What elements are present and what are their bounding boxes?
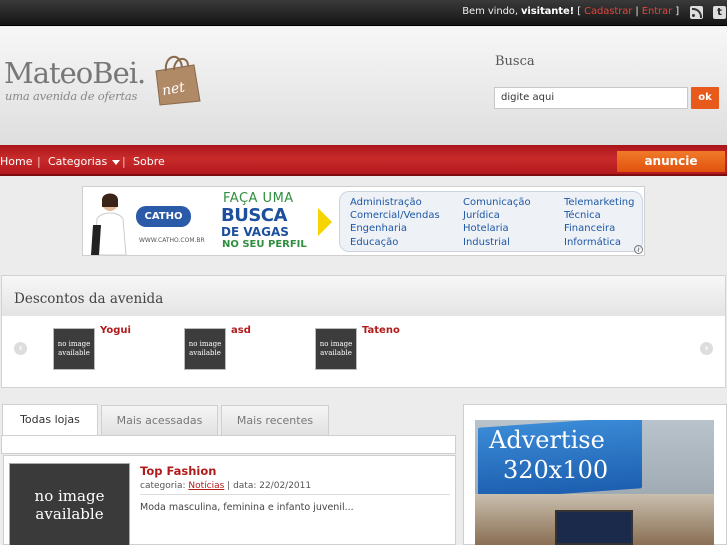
banner-category: Educação xyxy=(350,236,399,248)
banner-category: Hotelaria xyxy=(463,223,509,235)
rss-icon[interactable] xyxy=(690,6,703,19)
nav-categorias[interactable]: Categorias xyxy=(48,155,121,168)
search-ok-button[interactable]: ok xyxy=(691,87,719,109)
banner-category: Engenharia xyxy=(350,223,407,235)
advertise-ad[interactable]: Advertise 320x100 xyxy=(475,420,714,545)
welcome-text: Bem vindo, visitante! [ Cadastrar | Entr… xyxy=(462,6,679,17)
nav-categorias-label: Categorias xyxy=(48,155,108,168)
store-category-link[interactable]: Notícias xyxy=(188,481,224,491)
banner-col-2: Comunicação Jurídica Hotelaria Industria… xyxy=(463,196,531,249)
nav-separator: | xyxy=(37,155,41,168)
divider xyxy=(140,494,450,495)
chevron-right-icon[interactable]: › xyxy=(700,342,713,355)
store-description: Moda masculina, feminina e infanto juven… xyxy=(140,502,354,513)
banner-categories: Administração Comercial/Vendas Engenhari… xyxy=(339,191,643,252)
discount-name[interactable]: Tateno xyxy=(362,325,400,336)
banner-category: Financeira xyxy=(564,223,616,235)
tab-todas-lojas[interactable]: Todas lojas xyxy=(2,404,98,437)
store-date: | data: 22/02/2011 xyxy=(227,481,312,491)
banner-category: Técnica xyxy=(564,210,601,222)
store-meta: categoria: Notícias | data: 22/02/2011 xyxy=(140,481,311,491)
descontos-section: Descontos da avenida ‹ › no image availa… xyxy=(1,275,726,388)
banner-category: Comunicação xyxy=(463,197,531,208)
store-list: no image available Top Fashion categoria… xyxy=(3,455,456,545)
advertise-line1: Advertise xyxy=(489,426,605,454)
section-header: Descontos da avenida xyxy=(2,276,725,316)
banner-category: Jurídica xyxy=(463,210,500,222)
ad-info-icon[interactable]: i xyxy=(634,245,643,254)
register-link[interactable]: Cadastrar xyxy=(584,6,632,17)
banner-line2: BUSCA xyxy=(221,205,287,226)
chevron-down-icon xyxy=(112,159,121,165)
catho-url: WWW.CATHO.COM.BR xyxy=(139,237,205,244)
tab-mais-acessadas[interactable]: Mais acessadas xyxy=(101,405,218,436)
tab-mais-recentes[interactable]: Mais recentes xyxy=(221,405,329,436)
nav-sobre[interactable]: Sobre xyxy=(133,155,165,168)
person-image xyxy=(91,193,127,255)
discount-thumb[interactable]: no image available xyxy=(51,326,97,372)
chevron-left-icon[interactable]: ‹ xyxy=(14,342,27,355)
nav-home[interactable]: Home xyxy=(0,155,32,168)
discount-thumb[interactable]: no image available xyxy=(313,326,359,372)
banner-line3: DE VAGAS xyxy=(221,225,289,239)
banner-col-3: Telemarketing Técnica Financeira Informá… xyxy=(564,196,634,249)
discount-name[interactable]: asd xyxy=(231,325,251,336)
site-header: MateoBei. uma avenida de ofertas net Bus… xyxy=(0,27,727,145)
banner-line1: FAÇA UMA xyxy=(223,191,294,206)
user-name: visitante! xyxy=(521,6,575,17)
bracket-open: [ xyxy=(577,6,582,17)
banner-category: Telemarketing xyxy=(564,197,635,208)
logo[interactable]: MateoBei. xyxy=(4,56,146,90)
banner-col-1: Administração Comercial/Vendas Engenhari… xyxy=(350,196,440,249)
twitter-icon[interactable]: t xyxy=(713,6,726,19)
meta-prefix: categoria: xyxy=(140,481,186,491)
catho-logo: CATHO xyxy=(136,206,191,227)
divider: | xyxy=(635,6,639,17)
banner-category: Industrial xyxy=(463,236,510,248)
arrow-right-icon xyxy=(318,208,332,236)
top-bar: Bem vindo, visitante! [ Cadastrar | Entr… xyxy=(0,0,727,26)
anuncie-button[interactable]: anuncie xyxy=(617,151,725,172)
banner-category: Informática xyxy=(564,236,622,248)
bracket-close: ] xyxy=(675,6,679,17)
discount-thumb[interactable]: no image available xyxy=(182,326,228,372)
shopping-bag-icon: net xyxy=(155,56,201,106)
search-input[interactable]: digite aqui xyxy=(494,87,688,109)
tab-strip xyxy=(1,435,456,454)
nav-separator: | xyxy=(122,155,126,168)
search-label: Busca xyxy=(495,54,535,69)
banner-category: Comercial/Vendas xyxy=(350,210,440,222)
store-thumb[interactable]: no image available xyxy=(9,463,130,545)
advertise-line2: 320x100 xyxy=(503,456,609,484)
greeting-text: Bem vindo, xyxy=(462,6,518,17)
banner-line4: NO SEU PERFIL xyxy=(222,239,307,250)
login-link[interactable]: Entrar xyxy=(642,6,672,17)
store-name[interactable]: Top Fashion xyxy=(140,464,216,478)
section-title: Descontos da avenida xyxy=(14,291,164,307)
logo-tagline: uma avenida de ofertas xyxy=(5,89,138,103)
catho-banner-ad[interactable]: CATHO WWW.CATHO.COM.BR FAÇA UMA BUSCA DE… xyxy=(82,186,645,256)
advertise-screen xyxy=(555,510,633,545)
banner-category: Administração xyxy=(350,197,422,208)
discount-name[interactable]: Yogui xyxy=(100,325,131,336)
